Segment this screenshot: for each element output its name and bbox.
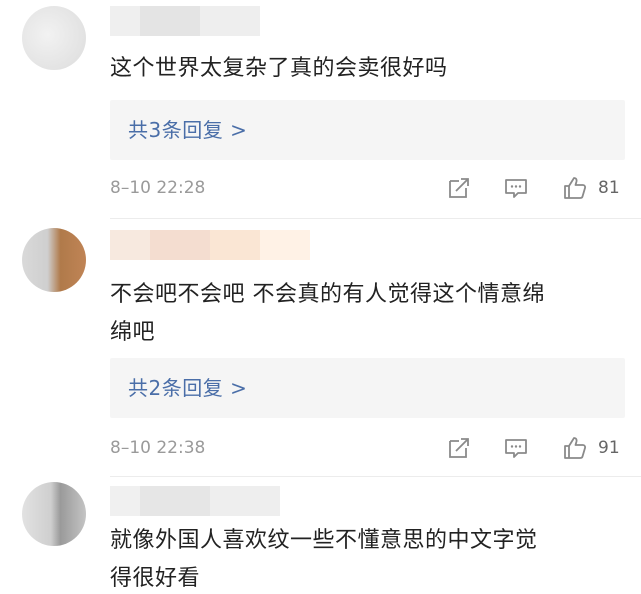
- comment-icon[interactable]: [503, 175, 529, 201]
- view-replies-button[interactable]: 共2条回复 >: [110, 358, 625, 418]
- timestamp: 8–10 22:38: [110, 438, 206, 458]
- comment-text-line: 不会吧不会吧 不会真的有人觉得这个情意绵: [110, 282, 545, 307]
- comment-text: 就像外国人喜欢纹一些不懂意思的中文字觉 得很好看: [110, 522, 620, 594]
- replies-label: 共2条回复 >: [128, 376, 248, 400]
- comment-text-line: 得很好看: [110, 566, 201, 591]
- comment-meta: 8–10 22:38 91: [110, 432, 630, 464]
- avatar[interactable]: [22, 482, 86, 546]
- comment-text-line: 绵吧: [110, 320, 156, 345]
- share-icon[interactable]: [446, 175, 472, 201]
- divider: [110, 476, 641, 477]
- username-blurred[interactable]: [110, 6, 260, 36]
- comment-text-line: 就像外国人喜欢纹一些不懂意思的中文字觉: [110, 528, 538, 553]
- timestamp: 8–10 22:28: [110, 178, 206, 198]
- username-blurred[interactable]: [110, 230, 310, 260]
- thumbs-up-icon[interactable]: [562, 435, 588, 461]
- view-replies-button[interactable]: 共3条回复 >: [110, 100, 625, 160]
- share-icon[interactable]: [446, 435, 472, 461]
- comment-text: 这个世界太复杂了真的会卖很好吗: [110, 50, 620, 88]
- like-count: 81: [598, 178, 620, 198]
- thumbs-up-icon[interactable]: [562, 175, 588, 201]
- replies-label: 共3条回复 >: [128, 118, 248, 142]
- username-blurred[interactable]: [110, 486, 280, 516]
- avatar[interactable]: [22, 6, 86, 70]
- comment-list: 这个世界太复杂了真的会卖很好吗 共3条回复 > 8–10 22:28 81 不会…: [0, 0, 641, 594]
- divider: [110, 218, 641, 219]
- like-count: 91: [598, 438, 620, 458]
- comment-text: 不会吧不会吧 不会真的有人觉得这个情意绵 绵吧: [110, 276, 620, 352]
- comment-text-line: 这个世界太复杂了真的会卖很好吗: [110, 56, 448, 81]
- avatar[interactable]: [22, 228, 86, 292]
- comment-meta: 8–10 22:28 81: [110, 172, 630, 204]
- comment-icon[interactable]: [503, 435, 529, 461]
